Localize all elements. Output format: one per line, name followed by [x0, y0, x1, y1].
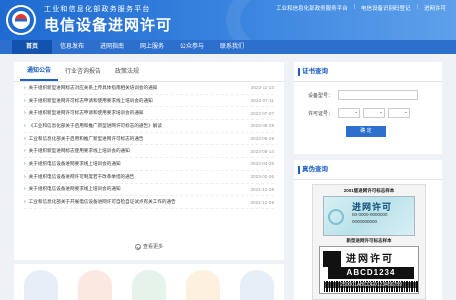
page-title: 电信设备进网许可 — [44, 17, 173, 34]
notice-date: 2023-07-07 — [250, 110, 275, 116]
nav-item-public[interactable]: 公众参与 — [172, 40, 212, 54]
service-icon[interactable] — [240, 270, 274, 300]
tab-notices[interactable]: 通知公告 — [20, 62, 59, 81]
nav-item-home[interactable]: 首页 — [12, 40, 52, 54]
top-link-license[interactable]: 进网许可 — [424, 4, 446, 12]
list-item[interactable]: 关于组织新型进网许可标志申请和使用要求线上培训会的通知 2023-07-11 — [24, 95, 274, 108]
notice-date: 2023-07-11 — [250, 98, 274, 104]
list-item[interactable]: 关于组织电信设备进网要求线上培训会的通知 2022-12-28 — [24, 184, 274, 197]
notice-title[interactable]: 关于组织新型进网许可标志申请和使用要求培训会的通知 — [24, 110, 144, 116]
list-item[interactable]: 关于组织新型进网许可标志申请和使用要求培训会的通知 2023-07-07 — [24, 107, 275, 121]
list-item[interactable]: 工业和信息化部关于启用和推广新型进网许可标志的通告 2023-06-29 — [24, 133, 274, 146]
label-new-title: 进网许可 — [346, 254, 394, 265]
query-submit-button[interactable]: 确 定 — [346, 126, 386, 137]
sample-title-2001: 2001版进网许可标志样本 — [343, 188, 395, 193]
list-item[interactable]: 工业和信息化部关于开展电信设备进网许可自检自证试点有关工作的通告 2022-12-… — [24, 196, 274, 209]
notice-date: 2023-04-25 — [250, 161, 275, 167]
tab-policies[interactable]: 政策法规 — [108, 62, 146, 81]
nav-item-contact[interactable]: 联系我们 — [212, 40, 252, 54]
device-model-label: 设备型号： — [308, 92, 334, 99]
license-select-1[interactable] — [338, 108, 360, 118]
notice-title[interactable]: 关于组织电信设备进网许可制度若干改革举措的通告 — [24, 174, 135, 180]
label-new-number: 250001ABCDE0123456789 — [324, 282, 418, 288]
cert-query-panel: 证书查询 设备型号： 许可证号： 确 定 — [294, 62, 442, 154]
more-label[interactable]: 查看更多 — [143, 244, 163, 250]
service-icon[interactable] — [24, 270, 58, 300]
top-links: 工业和信息化部政务服务平台 | 电信设备识别码登记 | 进网许可 — [276, 4, 446, 12]
list-item[interactable]: 关于组织新型进网标志使用要求线上培训会的通知 2023-06-14 — [24, 145, 275, 159]
label-2001-code-a: 00-0000-0000000 — [352, 212, 388, 217]
device-model-row: 设备型号： — [294, 90, 442, 100]
list-item[interactable]: 关于组织电信设备进网许可制度若干改革举措的通告 2023-02-06 — [24, 171, 274, 184]
license-selects — [338, 108, 410, 118]
license-sample[interactable]: 2001版进网许可标志样本 进网许可 00-0000-0000000 00000… — [312, 184, 426, 300]
more-link[interactable]: 查看更多 — [14, 243, 284, 250]
tab-industry-reports[interactable]: 行业咨询报告 — [58, 62, 108, 81]
notice-date: 2022-12-28 — [250, 186, 275, 192]
header-subtitle: 工业和信息化部政务服务平台 — [44, 6, 151, 13]
label-new-image: 进网许可 ABCD1234 250001ABCDE0123456789 — [319, 246, 419, 294]
license-select-2[interactable] — [363, 108, 385, 118]
service-icon[interactable] — [78, 270, 112, 300]
cert-query-heading: 证书查询 — [294, 62, 442, 82]
list-item[interactable]: 关于组织电信设备进网要求线上培训会的通知 2023-04-25 — [24, 158, 274, 171]
notice-date: 2023-06-29 — [250, 136, 275, 142]
label-2001-image: 进网许可 00-0000-0000000 0000000000 — [323, 196, 415, 236]
site-header: 工业和信息化部政务服务平台 电信设备进网许可 工业和信息化部政务服务平台 | 电… — [0, 0, 456, 40]
nav-item-guide[interactable]: 进网指南 — [92, 40, 132, 54]
label-new-code: ABCD1234 — [328, 267, 414, 279]
label-2001-code-b: 0000000000 — [352, 219, 378, 224]
license-number-row: 许可证号： — [294, 108, 442, 118]
notice-list: 关于组织新型进网标志对应关系上传具体指南相关培训会的通知 2023-11-23 关… — [14, 82, 284, 209]
notice-title[interactable]: 关于组织电信设备进网要求线上培训会的通知 — [24, 186, 121, 192]
logo-icon[interactable] — [6, 5, 36, 35]
notice-title[interactable]: 工业和信息化部关于开展电信设备进网许可自检自证试点有关工作的通告 — [24, 199, 176, 205]
top-link-imei[interactable]: 电信设备识别码登记 — [361, 4, 411, 12]
service-icon-strip — [14, 264, 284, 300]
nav-item-news[interactable]: 信息发布 — [52, 40, 92, 54]
separator: | — [353, 4, 356, 10]
authenticity-panel: 真伪查询 2001版进网许可标志样本 进网许可 00-0000-0000000 … — [294, 160, 442, 300]
notice-date: 2023-06-29 — [250, 123, 275, 129]
list-item[interactable]: 关于组织新型进网标志对应关系上传具体指南相关培训会的通知 2023-11-23 — [24, 82, 274, 95]
license-select-3[interactable] — [388, 108, 410, 118]
notice-title[interactable]: 关于组织新型进网许可标志申请和使用要求线上培训会的通知 — [24, 98, 153, 104]
main-nav: 首页 信息发布 进网指南 网上服务 公众参与 联系我们 — [0, 40, 456, 54]
notice-tabs: 通知公告 行业咨询报告 政策法规 — [14, 62, 284, 82]
notice-title[interactable]: 《工业和信息化部关于启用和推广新型进网许可标志的通告》解读 — [24, 123, 162, 129]
notice-title[interactable]: 关于组织新型进网标志使用要求线上培训会的通知 — [24, 148, 130, 154]
license-number-label: 许可证号： — [308, 110, 334, 117]
service-icon[interactable] — [186, 270, 220, 300]
more-circle-icon — [134, 243, 141, 250]
notice-title[interactable]: 工业和信息化部关于启用和推广新型进网许可标志的通告 — [24, 136, 144, 142]
notice-date: 2023-06-14 — [250, 148, 275, 154]
notice-date: 2022-12-09 — [250, 199, 275, 205]
notice-title[interactable]: 关于组织电信设备进网要求线上培训会的通知 — [24, 161, 121, 167]
top-link-platform[interactable]: 工业和信息化部政务服务平台 — [276, 4, 348, 12]
nav-item-online-service[interactable]: 网上服务 — [132, 40, 172, 54]
notice-date: 2023-02-06 — [250, 174, 275, 180]
notice-panel: 通知公告 行业咨询报告 政策法规 关于组织新型进网标志对应关系上传具体指南相关培… — [14, 62, 284, 260]
separator: | — [416, 4, 418, 10]
notice-date: 2023-11-23 — [250, 85, 274, 91]
device-model-input[interactable] — [338, 90, 418, 100]
notice-title[interactable]: 关于组织新型进网标志对应关系上传具体指南相关培训会的通知 — [24, 85, 158, 91]
authenticity-heading: 真伪查询 — [294, 160, 442, 180]
sample-title-new: 新型进网许可标志样本 — [346, 238, 392, 243]
qr-icon — [323, 251, 341, 267]
list-item[interactable]: 《工业和信息化部关于启用和推广新型进网许可标志的通告》解读 2023-06-29 — [24, 120, 274, 133]
service-icon[interactable] — [132, 270, 166, 300]
hologram-icon — [328, 209, 344, 225]
